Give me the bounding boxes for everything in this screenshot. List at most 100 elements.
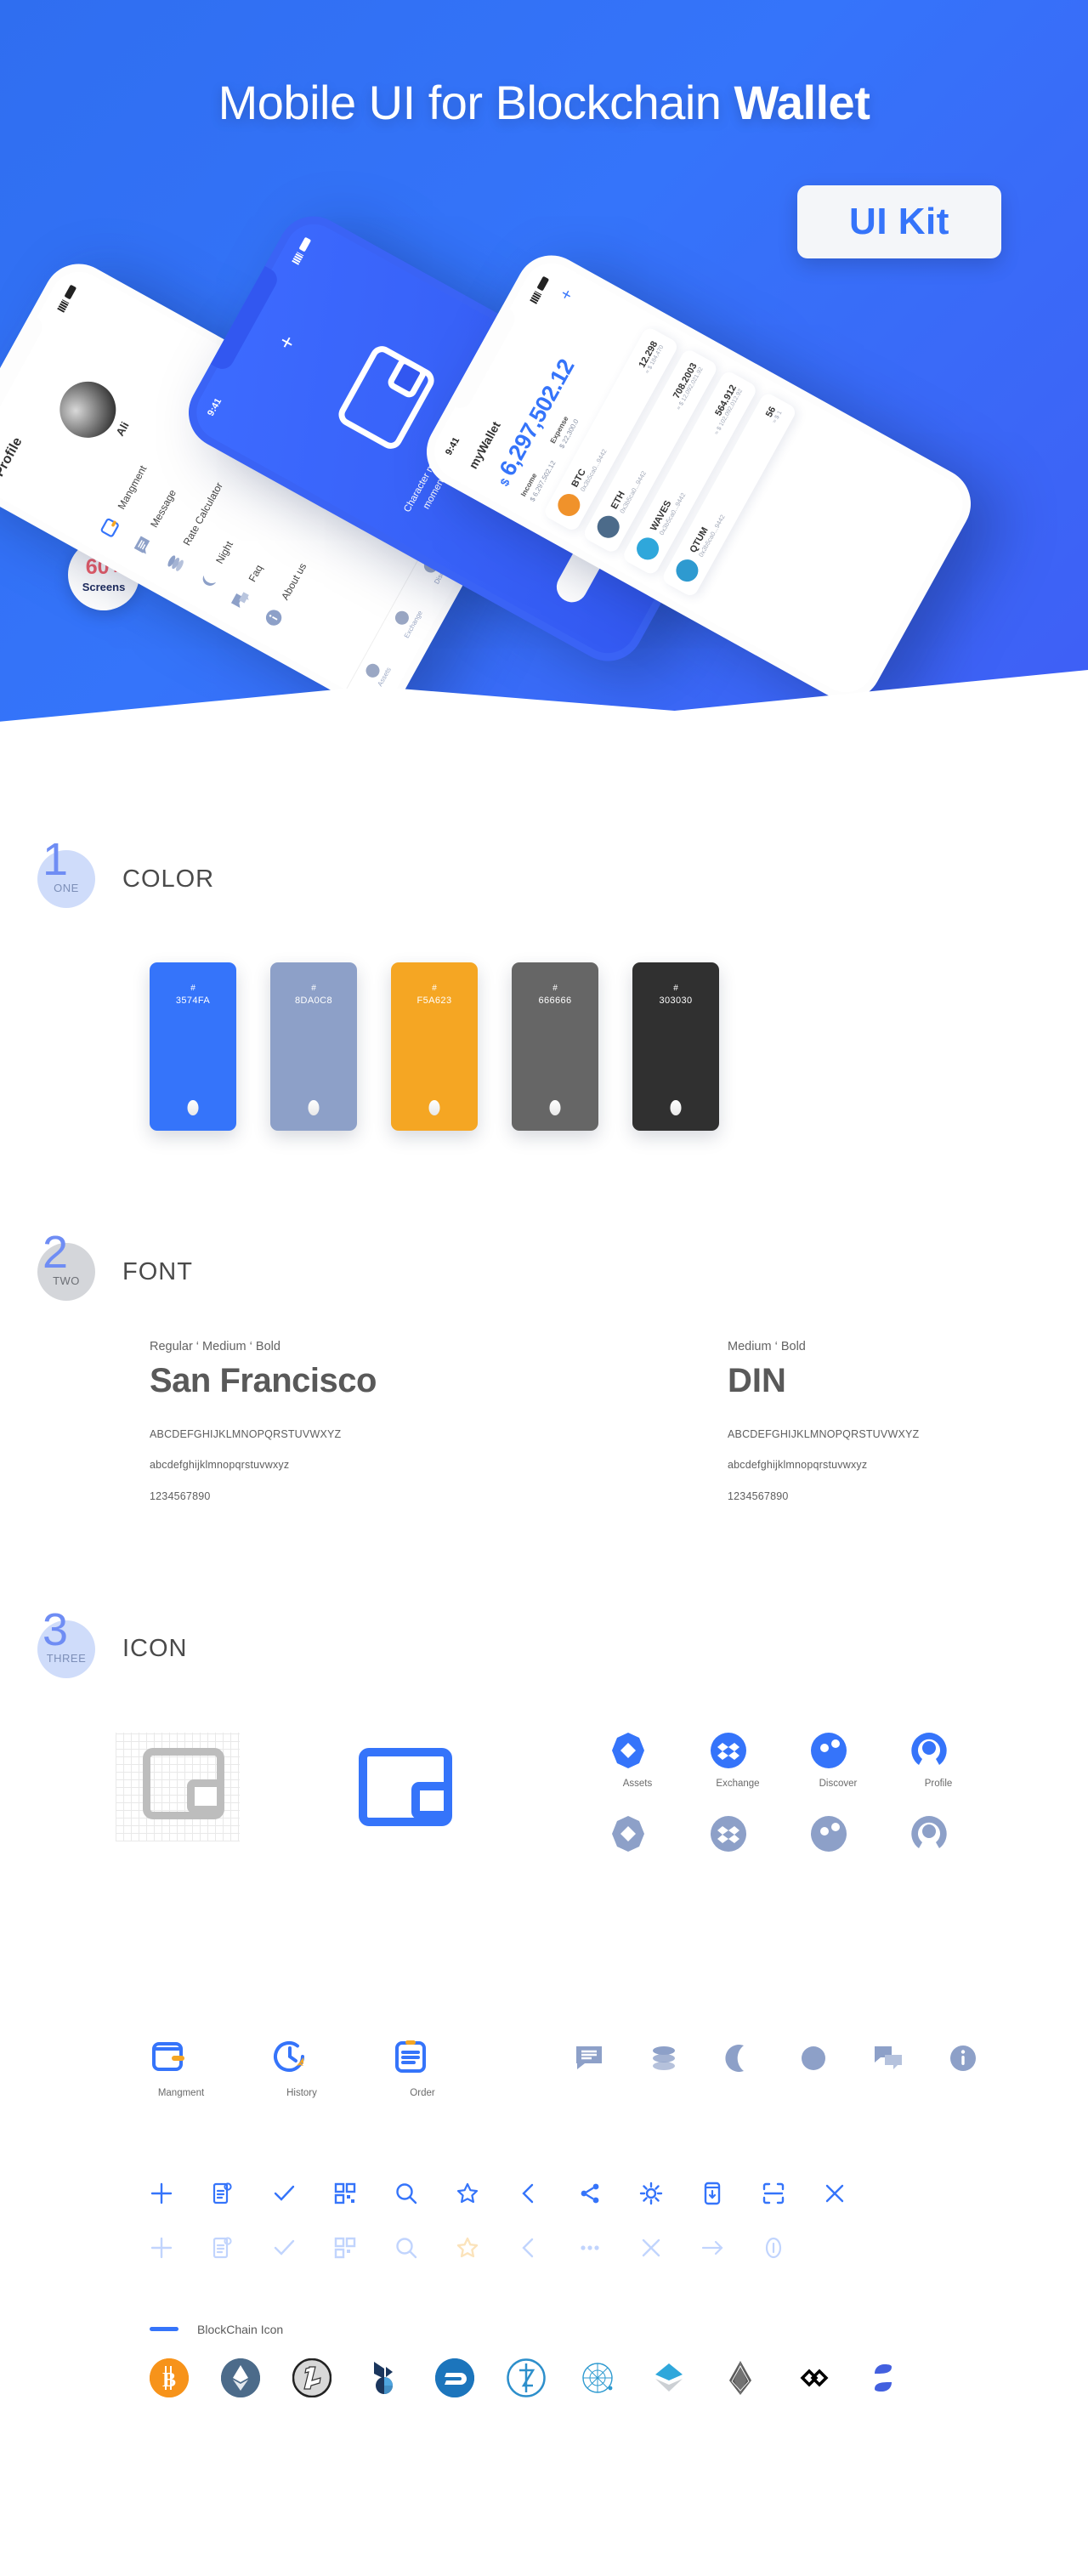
star-icon[interactable] — [456, 2182, 479, 2205]
tabbar-icon-exchange[interactable]: Exchange — [709, 1731, 767, 1789]
feature-icon-label: Mangment — [157, 2087, 205, 2098]
zcash-icon[interactable] — [507, 2358, 546, 2397]
chevron-left-icon[interactable] — [517, 2236, 541, 2260]
tabbar-icon-discover-inactive[interactable] — [809, 1814, 867, 1853]
check-icon[interactable] — [272, 2236, 296, 2260]
feature-icons: Mangment History Order — [150, 2037, 454, 2098]
swatch-dot — [670, 1100, 682, 1115]
font-name: DIN — [728, 1362, 786, 1399]
section-number-digit: 2 — [42, 1227, 69, 1278]
blockchain-legend: BlockChain Icon — [0, 2284, 1088, 2336]
more-icon[interactable] — [578, 2236, 602, 2260]
wallet-outline-icon — [116, 1732, 240, 1841]
tabbar-icon-profile[interactable]: Profile — [910, 1731, 967, 1789]
phone-transfer-icon[interactable] — [700, 2182, 724, 2205]
add-button[interactable]: + — [273, 331, 302, 355]
font-lowercase: abcdefghijklmnopqrstuvwxyz — [150, 1459, 290, 1472]
tabbar-icon-discover[interactable]: Discover — [809, 1731, 867, 1789]
color-swatch: # 666666 — [512, 962, 598, 1131]
waves-icon[interactable] — [649, 2358, 688, 2397]
bitshares-icon[interactable] — [364, 2358, 403, 2397]
currency-symbol: $ — [497, 475, 513, 489]
font-weights: Medium ‘ Bold — [728, 1340, 806, 1353]
color-swatch: # 3574FA — [150, 962, 236, 1131]
dash-icon[interactable] — [435, 2358, 474, 2397]
moon-icon — [196, 569, 221, 594]
wallet-logo-icon — [334, 342, 439, 453]
moon-icon[interactable] — [724, 2044, 753, 2073]
blockchain-coin-list: B — [0, 2336, 1088, 2397]
feature-icon-order[interactable]: Order — [391, 2037, 454, 2098]
phone-mockup-wallet: 9:41 myWallet + $ 6,297,502.12 Income $ … — [413, 242, 984, 713]
ethereum-icon[interactable] — [221, 2358, 260, 2397]
hash-symbol: # — [673, 984, 678, 993]
arrow-right-icon[interactable] — [700, 2236, 724, 2260]
hex-value: F5A623 — [416, 995, 452, 1006]
tabbar-icon-exchange-inactive[interactable] — [709, 1814, 767, 1853]
search-icon[interactable] — [394, 2182, 418, 2205]
gear-icon[interactable] — [639, 2182, 663, 2205]
star-filled-icon[interactable] — [456, 2236, 479, 2260]
chat-icon — [229, 587, 254, 612]
qtum-icon — [672, 555, 702, 586]
tabbar-icon-profile-inactive[interactable] — [910, 1814, 967, 1853]
plus-icon[interactable] — [150, 2236, 173, 2260]
tabbar-icon-assets[interactable]: Assets — [609, 1731, 666, 1789]
section-title: COLOR — [122, 865, 215, 893]
plus-icon[interactable] — [150, 2182, 173, 2205]
feature-icon-mangment[interactable]: Mangment — [150, 2037, 212, 2098]
circle-icon[interactable] — [799, 2044, 828, 2073]
toolbar-icon-rows — [0, 2182, 1088, 2284]
info-icon[interactable] — [762, 2236, 785, 2260]
status-icon[interactable] — [864, 2358, 903, 2397]
section-icon: 3 THREE ICON Assets Exchange Discover Pr… — [0, 1512, 1088, 2397]
section-number-word: ONE — [54, 882, 79, 894]
profile-menu-label: Message — [148, 487, 179, 530]
wallet-shape — [143, 1747, 224, 1819]
coins-icon[interactable] — [649, 2044, 678, 2073]
toolbar-icons-secondary — [150, 2236, 785, 2260]
ethereum-icon — [592, 511, 624, 542]
tabbar-icon-label: Exchange — [716, 1778, 760, 1789]
font-digits: 1234567890 — [728, 1489, 789, 1502]
phone-mockups: 9:41 Profile Ali Mangment — [0, 0, 1088, 748]
section-color: 1 ONE COLOR # 3574FA # 8DA0C8 # F5A623 #… — [0, 748, 1088, 1131]
message-icon[interactable] — [575, 2044, 604, 2073]
chat-icon[interactable] — [874, 2044, 903, 2073]
section-number-two: 2 TWO — [37, 1229, 95, 1301]
share-icon[interactable] — [578, 2182, 602, 2205]
color-swatch: # 8DA0C8 — [270, 962, 357, 1131]
hex-value: 666666 — [538, 995, 572, 1006]
section-color-header: 1 ONE COLOR — [0, 837, 1088, 908]
qr-code-icon[interactable] — [333, 2182, 357, 2205]
section-font: 2 TWO FONT Regular ‘ Medium ‘ Bold San F… — [0, 1131, 1088, 1512]
loopring-icon[interactable] — [792, 2358, 831, 2397]
toolbar-icons-primary — [150, 2182, 847, 2205]
info-icon[interactable] — [949, 2044, 978, 2073]
document-settings-icon[interactable] — [211, 2236, 235, 2260]
coins-icon — [163, 551, 189, 576]
profile-menu-label: Faq — [246, 562, 265, 584]
feature-icon-history[interactable]: History — [270, 2037, 333, 2098]
exchange-icon — [709, 1814, 767, 1853]
bitcoin-icon[interactable]: B — [150, 2358, 189, 2397]
qr-code-icon[interactable] — [333, 2236, 357, 2260]
section-number-digit: 1 — [42, 834, 69, 885]
profile-icon — [910, 1731, 967, 1770]
qtum-icon[interactable] — [578, 2358, 617, 2397]
close-icon[interactable] — [639, 2236, 663, 2260]
profile-menu-label: About us — [279, 560, 309, 603]
coin-values: 564.912 ≈ $ 102,092,012.92 — [705, 383, 744, 436]
document-settings-icon[interactable] — [211, 2182, 235, 2205]
search-icon[interactable] — [394, 2236, 418, 2260]
status-time: 9:41 — [206, 396, 224, 418]
check-icon[interactable] — [272, 2182, 296, 2205]
eos-icon[interactable] — [721, 2358, 760, 2397]
close-icon[interactable] — [823, 2182, 847, 2205]
tabbar-icon-assets-inactive[interactable] — [609, 1814, 666, 1853]
font-weights: Regular ‘ Medium ‘ Bold — [150, 1340, 280, 1353]
section-title: ICON — [122, 1635, 188, 1663]
litecoin-icon[interactable] — [292, 2358, 332, 2397]
scan-icon[interactable] — [762, 2182, 785, 2205]
chevron-left-icon[interactable] — [517, 2182, 541, 2205]
